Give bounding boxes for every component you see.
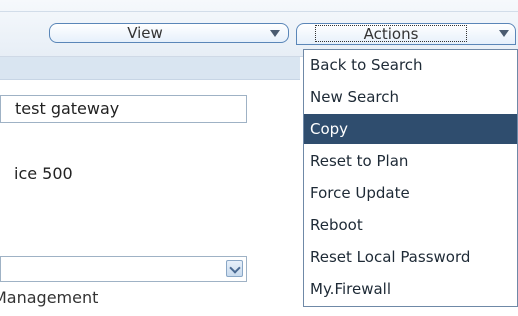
menu-item-reset-to-plan[interactable]: Reset to Plan <box>304 146 517 176</box>
actions-menu: Back to Search New Search Copy Reset to … <box>303 49 518 307</box>
management-label: Management <box>0 288 98 307</box>
actions-button[interactable]: Actions <box>296 23 516 45</box>
menu-item-force-update[interactable]: Force Update <box>304 178 517 208</box>
chevron-down-icon <box>499 30 509 37</box>
menu-item-copy[interactable]: Copy <box>304 114 517 144</box>
menu-item-reboot[interactable]: Reboot <box>304 210 517 240</box>
config-select[interactable] <box>0 256 247 282</box>
actions-button-label: Actions <box>315 25 467 43</box>
menu-item-new-search[interactable]: New Search <box>304 82 517 112</box>
section-header-band <box>0 57 300 80</box>
menu-item-reset-local-password[interactable]: Reset Local Password <box>304 242 517 272</box>
view-button[interactable]: View <box>49 23 289 43</box>
management-label-text: Management <box>0 288 99 307</box>
chevron-down-icon <box>229 262 241 274</box>
menu-item-back-to-search[interactable]: Back to Search <box>304 50 517 80</box>
name-field[interactable]: test gateway <box>0 95 247 123</box>
select-dropdown-button[interactable] <box>226 260 243 277</box>
model-text: ice 500 <box>14 164 73 183</box>
chevron-down-icon <box>270 30 280 37</box>
menu-item-my-firewall[interactable]: My.Firewall <box>304 274 517 304</box>
view-button-label: View <box>127 24 163 42</box>
page: View Actions test gateway ice 500 Manage… <box>0 0 518 316</box>
toolbar-divider <box>0 11 518 12</box>
